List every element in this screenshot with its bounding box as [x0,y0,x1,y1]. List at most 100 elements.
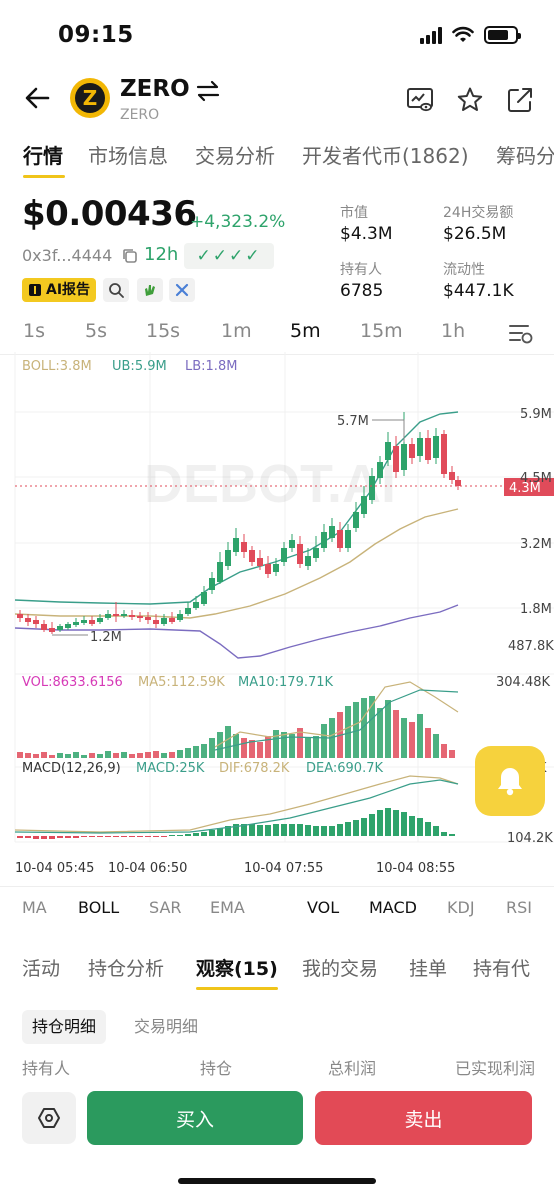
candle-body-2 [33,620,39,624]
macd-bar-48 [401,812,407,836]
swap-icon[interactable] [195,80,221,102]
volume-bar-45 [377,708,383,758]
macd-bar-17 [153,836,159,837]
tab-trade-analysis[interactable]: 交易分析 [195,140,275,169]
indicator-ema[interactable]: EMA [210,898,245,917]
tab-activity[interactable]: 活动 [22,954,60,981]
macd-bar-30 [257,825,263,836]
interval-1h[interactable]: 1h [441,320,465,342]
tab-orders[interactable]: 挂单 [409,954,447,981]
subtab-trade-detail[interactable]: 交易明细 [124,1010,208,1044]
monitor-eye-icon[interactable] [406,86,434,114]
candle-body-38 [321,532,327,548]
candle-body-11 [105,614,111,618]
interval-5m[interactable]: 5m [290,320,321,342]
candle-body-25 [217,562,223,582]
candle-body-55 [455,480,461,486]
trade-settings-button[interactable] [22,1092,76,1144]
macd-bar-34 [289,824,295,836]
macd-bar-42 [353,820,359,836]
macd-hist-legend: MACD:25K [136,761,205,776]
share-icon[interactable] [506,86,534,114]
volume-bar-50 [417,714,423,758]
indicator-boll[interactable]: BOLL [78,898,119,917]
hand-icon [145,285,155,296]
dea-legend: DEA:690.7K [306,761,383,776]
macd-bar-14 [129,836,135,837]
tab-holding-analysis[interactable]: 持仓分析 [88,954,164,981]
indicator-sar[interactable]: SAR [149,898,182,917]
ai-report-label: AI报告 [46,282,91,298]
back-arrow-icon[interactable] [20,80,56,116]
candle-body-21 [185,608,191,614]
x-label-2: 10-04 07:55 [244,861,323,876]
y-label-3: 1.8M [520,602,552,617]
price-alert-button[interactable] [475,746,545,816]
interval-1s[interactable]: 1s [23,320,45,342]
security-checks[interactable]: ✓✓✓✓ [184,243,274,269]
candle-body-14 [129,615,135,617]
price-chart[interactable]: DEBOT.AI BOLL:3.8M UB:5.9M LB:1.8M 5.7M … [0,352,554,882]
contract-address: 0x3f...4444 [22,246,113,265]
bell-icon [498,768,522,796]
holders-label: 持有人 [340,262,382,278]
candle-body-47 [393,446,399,472]
macd-bar-37 [313,826,319,836]
boll-lower-line [14,604,459,659]
copy-icon[interactable] [122,248,138,264]
tab-my-trades[interactable]: 我的交易 [302,954,378,981]
volume-bar-8 [81,755,87,758]
macd-bar-13 [121,836,127,837]
x-link-button[interactable] [169,278,195,302]
indicator-kdj[interactable]: KDJ [447,898,475,917]
indicator-vol[interactable]: VOL [307,898,339,917]
star-icon[interactable] [456,86,484,114]
interval-1m[interactable]: 1m [221,320,252,342]
interval-5s[interactable]: 5s [85,320,107,342]
indicator-macd[interactable]: MACD [369,898,417,917]
buy-button[interactable]: 买入 [87,1091,303,1145]
sell-button[interactable]: 卖出 [315,1091,532,1145]
interval-15m[interactable]: 15m [360,320,403,342]
community-button[interactable] [137,278,163,302]
candle-body-49 [409,444,415,458]
macd-bar-22 [193,833,199,836]
volume-bar-2 [33,754,39,758]
tab-holders[interactable]: 持有代 [473,954,530,981]
macd-bar-19 [169,835,175,836]
macd-bar-51 [425,822,431,836]
candle-body-33 [281,548,287,562]
tab-market-info[interactable]: 市场信息 [88,140,168,169]
candle-body-43 [361,496,367,514]
price-change: +4,323.2% [190,212,286,232]
candle-body-32 [273,564,279,572]
indicator-ma[interactable]: MA [22,898,47,917]
macd-histogram [17,808,455,839]
col-realized-profit: 已实现利润 [455,1059,536,1078]
chart-settings-icon[interactable] [508,322,534,344]
x-logo-icon [175,283,189,297]
tab-dev-tokens[interactable]: 开发者代币(1862) [302,140,469,169]
volume-value: $26.5M [443,224,507,244]
volume-bar-12 [113,753,119,758]
interval-15s[interactable]: 15s [146,320,180,342]
book-icon [29,284,41,296]
tab-chips[interactable]: 筹码分 [496,140,554,169]
subtab-holding-detail[interactable]: 持仓明细 [22,1010,107,1044]
tab-watch[interactable]: 观察(15) [196,954,278,981]
token-logo-letter: Z [75,83,105,113]
tab-market[interactable]: 行情 [23,140,63,169]
token-name: ZERO [120,107,160,123]
candle-body-31 [265,564,271,574]
macd-bar-46 [385,808,391,836]
vol-max-label: 304.48K [496,675,550,690]
x-label-0: 10-04 05:45 [15,861,94,876]
volume-bar-14 [129,754,135,758]
signal-icon [420,26,442,44]
volume-bar-48 [401,718,407,758]
indicator-rsi[interactable]: RSI [506,898,532,917]
macd-bar-1 [25,836,31,838]
ai-report-button[interactable]: AI报告 [22,278,97,302]
token-logo: Z [70,78,110,118]
search-token-button[interactable] [103,278,129,302]
